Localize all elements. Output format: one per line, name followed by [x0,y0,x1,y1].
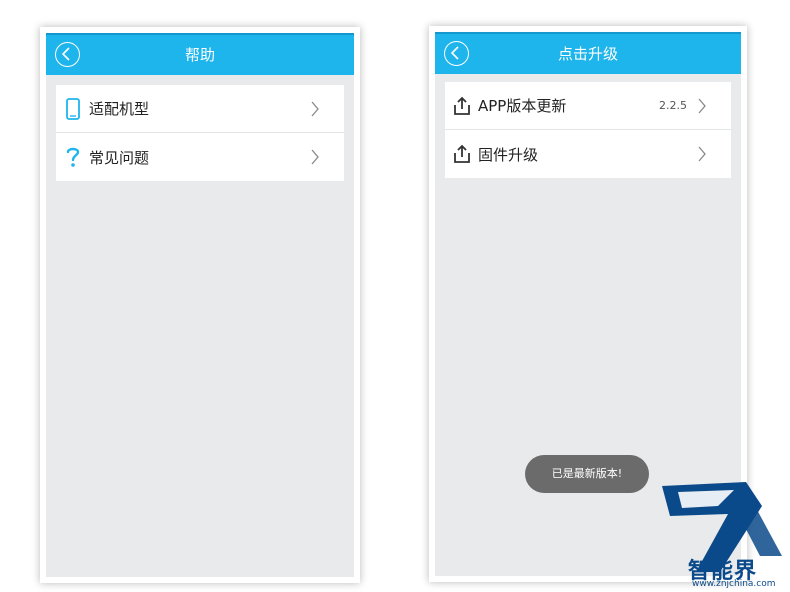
upload-icon [448,142,476,166]
brand-url: www.znjchina.com [692,579,776,589]
menu-item-firmware-upgrade[interactable]: 固件升级 [445,130,731,178]
chevron-right-icon [308,148,322,166]
app-version-value: 2.2.5 [659,99,687,112]
upgrade-header: 点击升级 [435,32,741,74]
menu-item-faq[interactable]: 常见问题 [56,133,344,181]
toast-message: 已是最新版本! [525,455,649,493]
help-header: 帮助 [46,33,354,75]
menu-item-label: APP版本更新 [478,97,567,115]
menu-item-label: 常见问题 [89,148,150,167]
menu-item-label: 固件升级 [478,145,539,164]
upload-icon [448,94,476,118]
phone-icon [59,97,87,121]
menu-item-app-update[interactable]: APP版本更新 2.2.5 [445,82,731,130]
help-screen: 帮助 适配机型 常见问题 [40,27,360,583]
chevron-right-icon [308,100,322,118]
menu-item-label: 适配机型 [89,100,150,118]
page-title: 点击升级 [557,45,618,63]
menu-item-compatible-models[interactable]: 适配机型 [56,85,344,133]
question-icon [59,145,87,169]
page-title: 帮助 [184,46,215,64]
help-menu-list: 适配机型 常见问题 [56,85,344,181]
chevron-right-icon [695,97,709,115]
upgrade-menu-list: APP版本更新 2.2.5 固件升级 [445,82,731,178]
chevron-right-icon [695,145,709,163]
